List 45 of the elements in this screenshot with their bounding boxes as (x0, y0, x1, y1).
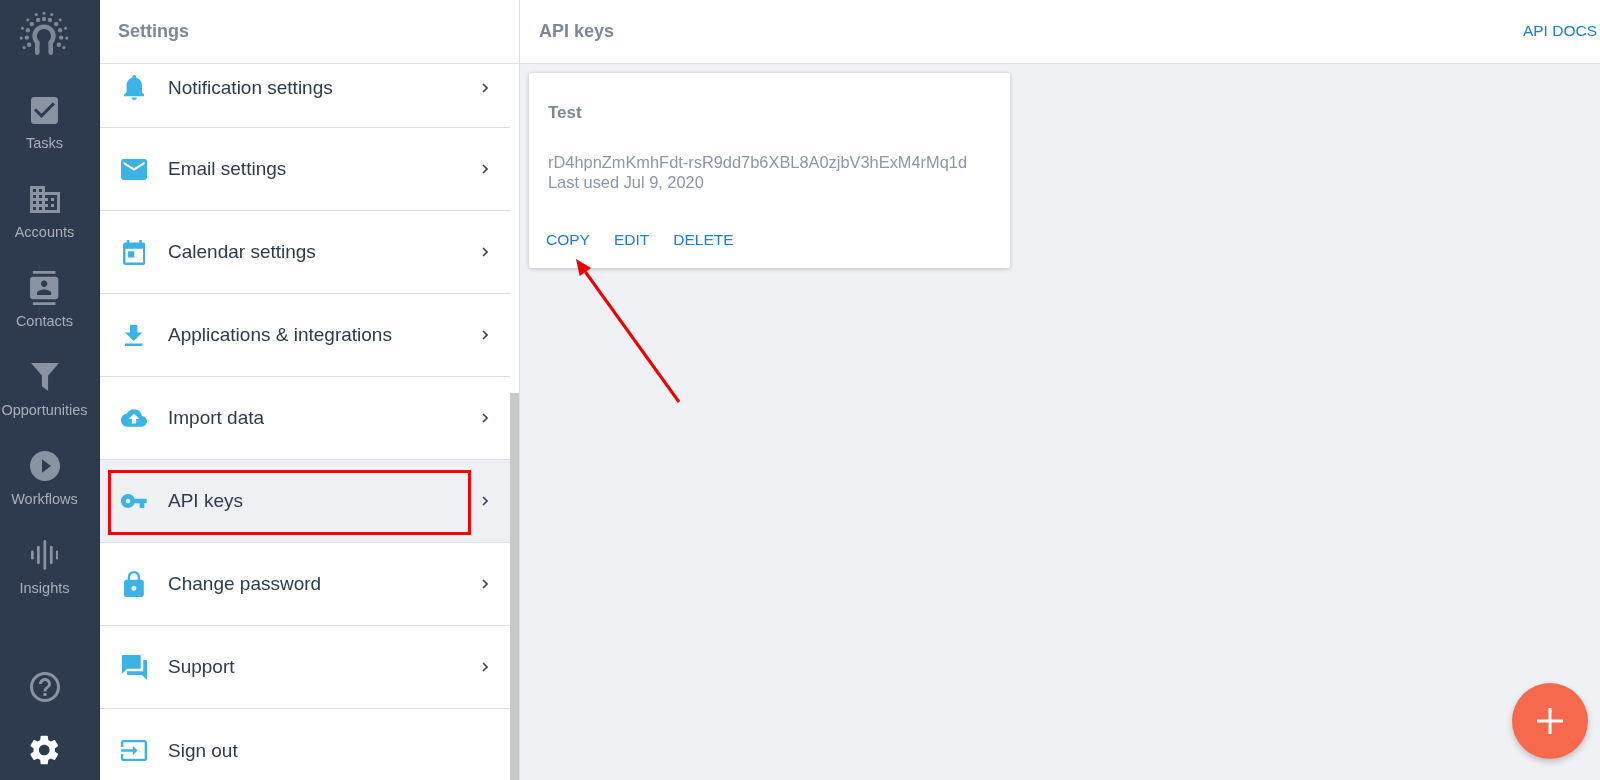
logo-icon (19, 10, 69, 56)
nav-item[interactable]: Accounts (0, 155, 89, 244)
help-icon (29, 672, 60, 702)
nav-item[interactable]: Workflows (0, 422, 89, 511)
funnel-icon (30, 363, 59, 391)
bell-icon (123, 75, 145, 100)
checkbox-icon (31, 96, 58, 124)
chevron-icon (482, 247, 488, 257)
card-action[interactable]: COPY (546, 228, 590, 252)
nav-item[interactable]: Opportunities (0, 333, 89, 422)
chevron-icon (482, 413, 488, 423)
nav-item[interactable]: Contacts (0, 244, 89, 333)
calendar-icon (122, 239, 146, 265)
plus-icon (1537, 708, 1563, 734)
panel-title: Settings (118, 20, 189, 42)
nav-item[interactable]: Insights (0, 511, 89, 600)
chevron-icon (482, 330, 488, 340)
page-title: API keys (539, 20, 616, 42)
last-used-text: Last used Jul 9, 2020 (548, 172, 704, 192)
chevron-icon (482, 662, 488, 672)
api-docs-link[interactable]: API DOCS (1522, 21, 1597, 41)
cloud-upload-icon (121, 408, 147, 428)
waveform-icon (30, 540, 59, 570)
nav-item[interactable]: Tasks (0, 66, 89, 155)
sign-out-icon (121, 739, 147, 762)
card-action[interactable]: EDIT (613, 228, 650, 252)
download-icon (125, 324, 143, 346)
add-button[interactable] (1512, 683, 1588, 759)
scrollbar-thumb[interactable] (510, 393, 519, 780)
padlock-icon (124, 571, 144, 597)
settings-icon (30, 734, 59, 765)
chat-bubbles-icon (121, 654, 147, 680)
settings-menu-item[interactable]: API keys (100, 460, 510, 543)
building-icon (29, 185, 60, 213)
api-key-text: rD4hpnZmKmhFdt-rsR9dd7b6XBL8A0zjbV3hExM4rMq1d (548, 152, 968, 172)
chevron-icon (482, 496, 488, 506)
chevron-icon (482, 579, 488, 589)
contact-card-icon (30, 271, 59, 305)
play-icon (29, 451, 60, 481)
key-icon (121, 494, 147, 508)
chevron-icon (482, 164, 488, 174)
envelope-icon (121, 158, 147, 180)
chevron-icon (482, 82, 488, 93)
card-action[interactable]: DELETE (673, 228, 734, 252)
key-name: Test (548, 102, 582, 124)
